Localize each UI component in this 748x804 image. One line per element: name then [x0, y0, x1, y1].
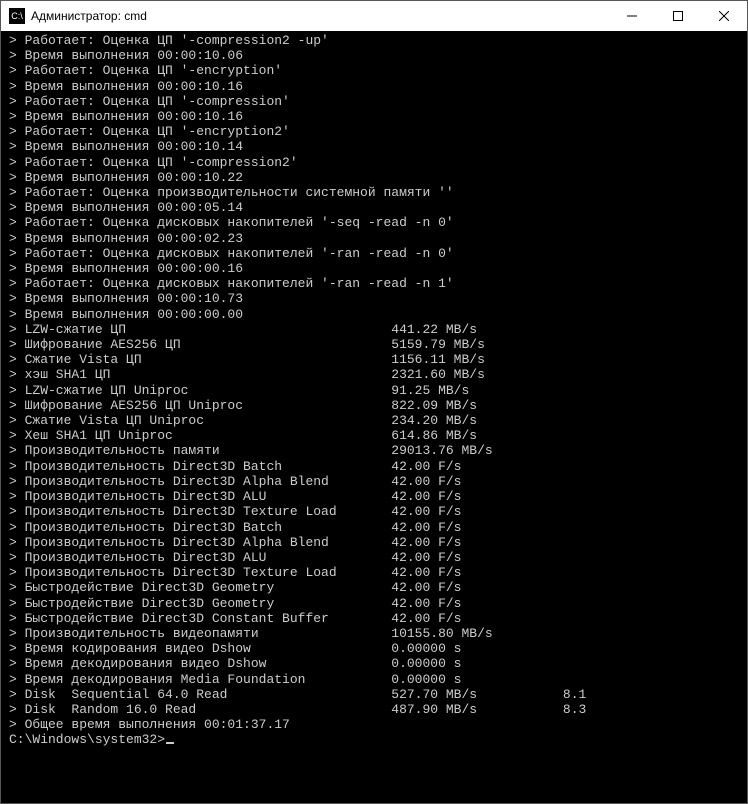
close-button[interactable] [701, 1, 747, 31]
cmd-window: C:\ Администратор: cmd > Работает: Оценк… [0, 0, 748, 804]
result-line: > Время декодирования видео Dshow 0.0000… [9, 656, 747, 671]
result-line: > LZW-сжатие ЦП 441.22 MB/s [9, 322, 747, 337]
result-line: > Шифрование AES256 ЦП 5159.79 MB/s [9, 337, 747, 352]
terminal-line: > Время выполнения 00:00:00.00 [9, 307, 747, 322]
result-line: > Производительность памяти 29013.76 MB/… [9, 443, 747, 458]
result-line: > Производительность Direct3D Batch 42.0… [9, 459, 747, 474]
terminal-line: > Работает: Оценка ЦП '-compression2 -up… [9, 33, 747, 48]
terminal-line: > Время выполнения 00:00:10.16 [9, 109, 747, 124]
terminal-output[interactable]: > Работает: Оценка ЦП '-compression2 -up… [1, 31, 747, 803]
terminal-line: > Время выполнения 00:00:10.14 [9, 139, 747, 154]
terminal-line: > Работает: Оценка дисковых накопителей … [9, 276, 747, 291]
result-line: > Производительность Direct3D ALU 42.00 … [9, 550, 747, 565]
terminal-line: > Работает: Оценка ЦП '-encryption' [9, 63, 747, 78]
prompt-line[interactable]: C:\Windows\system32> [9, 732, 747, 747]
result-line: > Производительность Direct3D Alpha Blen… [9, 535, 747, 550]
result-line: > Disk Random 16.0 Read 487.90 MB/s 8.3 [9, 702, 747, 717]
maximize-icon [673, 11, 683, 21]
result-line: > хэш SHA1 ЦП 2321.60 MB/s [9, 367, 747, 382]
terminal-line: > Время выполнения 00:00:10.06 [9, 48, 747, 63]
result-line: > Быстродействие Direct3D Geometry 42.00… [9, 580, 747, 595]
minimize-button[interactable] [609, 1, 655, 31]
result-line: > Сжатие Vista ЦП Uniproc 234.20 MB/s [9, 413, 747, 428]
result-line: > LZW-сжатие ЦП Uniproc 91.25 MB/s [9, 383, 747, 398]
result-line: > Производительность Direct3D Batch 42.0… [9, 520, 747, 535]
terminal-line: > Работает: Оценка производительности си… [9, 185, 747, 200]
maximize-button[interactable] [655, 1, 701, 31]
result-line: > Производительность Direct3D ALU 42.00 … [9, 489, 747, 504]
total-line: > Общее время выполнения 00:01:37.17 [9, 717, 747, 732]
result-line: > Производительность Direct3D Texture Lo… [9, 565, 747, 580]
terminal-line: > Работает: Оценка ЦП '-encryption2' [9, 124, 747, 139]
terminal-line: > Время выполнения 00:00:02.23 [9, 231, 747, 246]
result-line: > Производительность Direct3D Texture Lo… [9, 504, 747, 519]
result-line: > Быстродействие Direct3D Constant Buffe… [9, 611, 747, 626]
terminal-line: > Работает: Оценка дисковых накопителей … [9, 246, 747, 261]
terminal-line: > Работает: Оценка ЦП '-compression' [9, 94, 747, 109]
result-line: > Хеш SHA1 ЦП Uniproc 614.86 MB/s [9, 428, 747, 443]
result-line: > Сжатие Vista ЦП 1156.11 MB/s [9, 352, 747, 367]
minimize-icon [627, 11, 637, 21]
terminal-line: > Работает: Оценка дисковых накопителей … [9, 215, 747, 230]
terminal-line: > Время выполнения 00:00:00.16 [9, 261, 747, 276]
terminal-line: > Работает: Оценка ЦП '-compression2' [9, 155, 747, 170]
terminal-line: > Время выполнения 00:00:10.16 [9, 79, 747, 94]
result-line: > Disk Sequential 64.0 Read 527.70 MB/s … [9, 687, 747, 702]
result-line: > Быстродействие Direct3D Geometry 42.00… [9, 596, 747, 611]
window-title: Администратор: cmd [31, 9, 609, 23]
terminal-line: > Время выполнения 00:00:10.22 [9, 170, 747, 185]
result-line: > Шифрование AES256 ЦП Uniproc 822.09 MB… [9, 398, 747, 413]
result-line: > Производительность видеопамяти 10155.8… [9, 626, 747, 641]
cursor [166, 742, 174, 744]
cmd-icon: C:\ [9, 8, 25, 24]
result-line: > Производительность Direct3D Alpha Blen… [9, 474, 747, 489]
result-line: > Время декодирования Media Foundation 0… [9, 672, 747, 687]
titlebar[interactable]: C:\ Администратор: cmd [1, 1, 747, 31]
terminal-line: > Время выполнения 00:00:10.73 [9, 291, 747, 306]
terminal-line: > Время выполнения 00:00:05.14 [9, 200, 747, 215]
close-icon [719, 11, 729, 21]
result-line: > Время кодирования видео Dshow 0.00000 … [9, 641, 747, 656]
